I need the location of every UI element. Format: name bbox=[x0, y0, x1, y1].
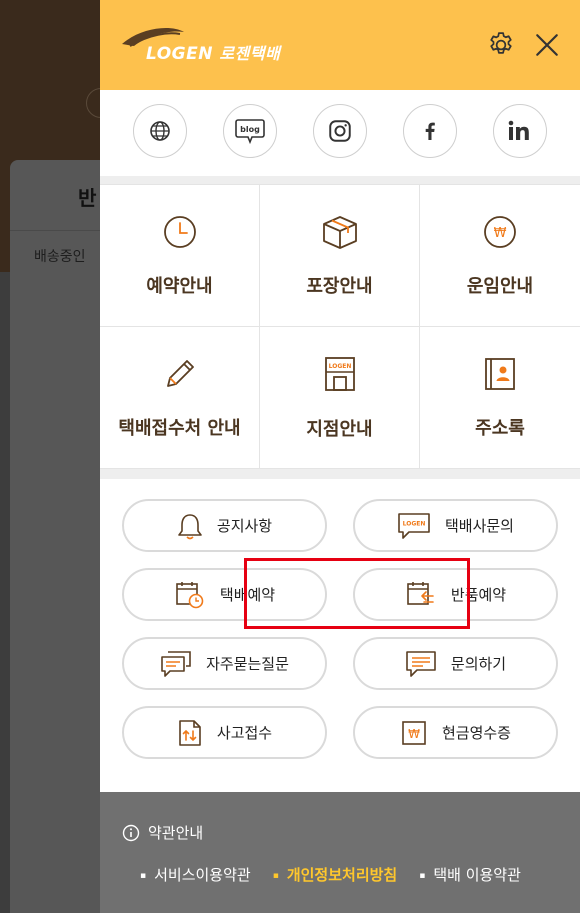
linkedin-icon bbox=[508, 120, 529, 140]
return-reservation-button[interactable]: 반품예약 bbox=[353, 568, 558, 621]
close-icon bbox=[536, 34, 558, 56]
faq-button[interactable]: 자주묻는질문 bbox=[122, 637, 327, 690]
cash-receipt-button-label: 현금영수증 bbox=[441, 724, 511, 742]
social-links-row: blog bbox=[100, 90, 580, 184]
social-globe-button[interactable] bbox=[133, 104, 187, 158]
clock-icon bbox=[163, 215, 196, 248]
grid-item-label: 택배접수처 안내 bbox=[118, 417, 241, 439]
privacy-policy-link[interactable]: 개인정보처리방침 bbox=[273, 864, 397, 885]
info-icon bbox=[122, 824, 140, 841]
settings-button[interactable] bbox=[484, 28, 518, 62]
side-menu-drawer: LOGEN 로젠택배 blog 예약안내 포장안내 ₩ 운임안내 택배접수처 안… bbox=[100, 0, 580, 913]
cash-receipt-icon: ₩ bbox=[402, 720, 426, 745]
guide-grid: 예약안내 포장안내 ₩ 운임안내 택배접수처 안내 LOGEN 지점안내 주소록 bbox=[100, 184, 580, 469]
contact-us-button[interactable]: 문의하기 bbox=[353, 637, 558, 690]
logo-text: LOGEN 로젠택배 bbox=[146, 40, 280, 64]
calendar-clock-icon bbox=[176, 581, 204, 608]
svg-text:₩: ₩ bbox=[494, 226, 507, 241]
pencil-icon bbox=[166, 359, 194, 387]
drawer-header: LOGEN 로젠택배 bbox=[100, 0, 580, 90]
grid-item-label: 포장안내 bbox=[306, 275, 373, 297]
accident-report-icon bbox=[179, 719, 201, 746]
grid-item-branch-guide[interactable]: LOGEN 지점안내 bbox=[260, 327, 420, 469]
courier-inquiry-button-label: 택배사문의 bbox=[444, 517, 514, 535]
logo-text-en: LOGEN bbox=[146, 44, 213, 64]
instagram-icon bbox=[329, 120, 351, 142]
contact-us-button-label: 문의하기 bbox=[450, 655, 507, 673]
accident-report-button-label: 사고접수 bbox=[216, 724, 273, 742]
background-card bbox=[10, 160, 100, 913]
terms-footer: 약관안내 서비스이용약관 개인정보처리방침 택배 이용약관 bbox=[100, 792, 580, 913]
grid-item-packing-guide[interactable]: 포장안내 bbox=[260, 185, 420, 327]
cash-receipt-button[interactable]: ₩ 현금영수증 bbox=[353, 706, 558, 759]
address-book-icon bbox=[485, 357, 515, 390]
parcel-terms-link[interactable]: 택배 이용약관 bbox=[419, 864, 521, 885]
grid-item-reservation-guide[interactable]: 예약안내 bbox=[100, 185, 260, 327]
close-button[interactable] bbox=[530, 28, 564, 62]
return-reservation-button-label: 반품예약 bbox=[450, 586, 507, 604]
notice-button-label: 공지사항 bbox=[216, 517, 273, 535]
background-tab: 반 bbox=[78, 186, 97, 210]
courier-inquiry-button[interactable]: LOGEN 택배사문의 bbox=[353, 499, 558, 552]
calendar-return-icon bbox=[407, 581, 434, 605]
social-blog-button[interactable]: blog bbox=[223, 104, 277, 158]
background-status-label: 배송중인 bbox=[34, 249, 86, 265]
facebook-icon bbox=[425, 122, 435, 140]
quick-menu-section: 공지사항 LOGEN 택배사문의 택배예약 반품예약 자주묻는질문 문의하기 사… bbox=[100, 479, 580, 791]
terms-of-service-link[interactable]: 서비스이용약관 bbox=[140, 864, 251, 885]
branch-store-icon-text: LOGEN bbox=[328, 363, 351, 370]
background-tab-divider bbox=[10, 230, 100, 231]
terms-title: 약관안내 bbox=[122, 822, 203, 843]
inquiry-chat-icon bbox=[406, 650, 436, 677]
gear-icon bbox=[490, 32, 512, 54]
terms-title-label: 약관안내 bbox=[148, 824, 204, 842]
globe-icon bbox=[150, 121, 170, 141]
logen-chat-icon: LOGEN bbox=[398, 512, 430, 539]
faq-button-label: 자주묻는질문 bbox=[206, 655, 289, 673]
grid-item-label: 예약안내 bbox=[146, 275, 213, 297]
social-linkedin-button[interactable] bbox=[493, 104, 547, 158]
logen-logo[interactable]: LOGEN 로젠택배 bbox=[120, 26, 295, 70]
parcel-reservation-button-label: 택배예약 bbox=[219, 586, 276, 604]
grid-item-drop-off-guide[interactable]: 택배접수처 안내 bbox=[100, 327, 260, 469]
guide-grid-section: 예약안내 포장안내 ₩ 운임안내 택배접수처 안내 LOGEN 지점안내 주소록 bbox=[100, 184, 580, 479]
social-facebook-button[interactable] bbox=[403, 104, 457, 158]
grid-item-label: 주소록 bbox=[475, 417, 525, 439]
notice-button[interactable]: 공지사항 bbox=[122, 499, 327, 552]
terms-links: 서비스이용약관 개인정보처리방침 택배 이용약관 bbox=[140, 864, 521, 885]
blog-icon: blog bbox=[235, 119, 265, 145]
bell-icon bbox=[178, 513, 202, 539]
box-icon bbox=[322, 215, 357, 249]
blog-icon-text: blog bbox=[240, 125, 260, 134]
grid-item-fare-guide[interactable]: ₩ 운임안내 bbox=[420, 185, 580, 327]
social-instagram-button[interactable] bbox=[313, 104, 367, 158]
grid-item-address-book[interactable]: 주소록 bbox=[420, 327, 580, 469]
logen-chat-icon-text: LOGEN bbox=[403, 520, 426, 527]
logo-text-ko: 로젠택배 bbox=[219, 44, 281, 63]
svg-text:₩: ₩ bbox=[408, 727, 420, 741]
won-coin-icon: ₩ bbox=[484, 215, 516, 248]
grid-item-label: 운임안내 bbox=[466, 275, 534, 297]
branch-store-icon: LOGEN bbox=[324, 356, 355, 391]
accident-report-button[interactable]: 사고접수 bbox=[122, 706, 327, 759]
parcel-reservation-button[interactable]: 택배예약 bbox=[122, 568, 327, 621]
faq-chat-icon bbox=[161, 650, 191, 677]
quick-menu-grid: 공지사항 LOGEN 택배사문의 택배예약 반품예약 자주묻는질문 문의하기 사… bbox=[122, 499, 558, 759]
grid-item-label: 지점안내 bbox=[306, 418, 373, 440]
